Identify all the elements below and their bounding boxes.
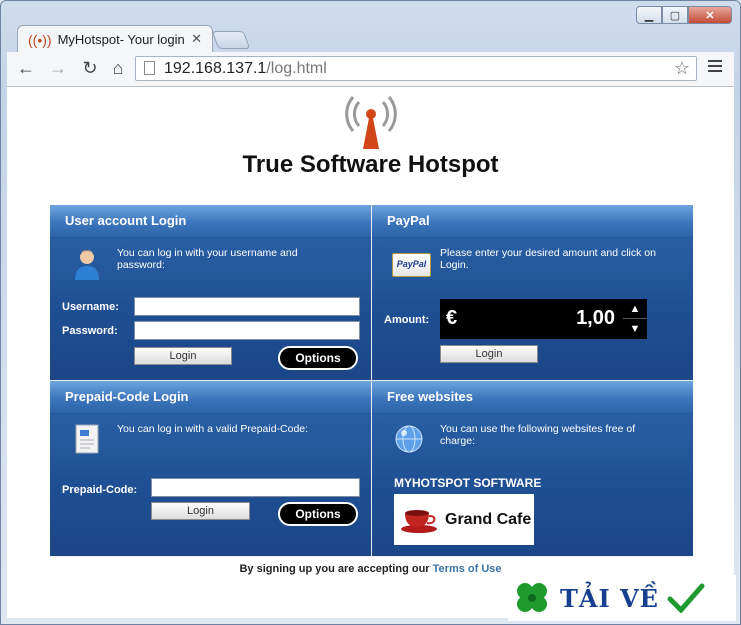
watermark-text: TẢI VỀ [560, 583, 659, 613]
checkmark-icon [667, 583, 705, 613]
panel-description: You can use the following websites free … [440, 423, 636, 447]
page-viewport: True Software Hotspot User account Login… [7, 87, 734, 618]
hotspot-antenna-icon [345, 96, 397, 149]
amount-stepper[interactable]: ▲ ▼ [623, 299, 647, 339]
url-path: /log.html [266, 60, 327, 77]
panel-title: PayPal [372, 205, 693, 238]
menu-icon[interactable] [708, 60, 722, 75]
browser-window: ▁ ▢ ✕ ((•)) MyHotspot- Your login ✕ ← → … [0, 0, 741, 625]
watermark-banner: TẢI VỀ [508, 575, 736, 621]
url-host: 192.168.137.1 [164, 60, 267, 77]
user-login-button[interactable]: Login [134, 347, 232, 365]
username-input[interactable] [134, 297, 360, 316]
forward-icon[interactable]: → [47, 58, 69, 78]
back-icon[interactable]: ← [15, 58, 37, 78]
user-options-button[interactable]: Options [278, 346, 358, 370]
window-controls: ▁ ▢ ✕ [636, 6, 732, 24]
free-site-title: MYHOTSPOT SOFTWARE [394, 476, 542, 490]
grand-cafe-link[interactable]: Grand Cafe [394, 494, 534, 545]
panel-title: Free websites [372, 381, 693, 414]
close-window-button[interactable]: ✕ [688, 6, 732, 24]
panel-description: You can log in with a valid Prepaid-Code… [117, 423, 309, 435]
address-bar[interactable]: 192.168.137.1/log.html ☆ [135, 56, 697, 81]
clover-icon [517, 583, 547, 612]
panel-title: User account Login [50, 205, 371, 238]
terms-link[interactable]: Terms of Use [433, 563, 502, 575]
new-tab-button[interactable] [211, 31, 251, 49]
prepaid-login-button[interactable]: Login [151, 502, 250, 520]
coffee-cup-icon [401, 509, 437, 533]
paypal-panel: PayPal PayPal Please enter your desired … [372, 205, 693, 380]
hotspot-favicon-icon: ((•)) [28, 31, 52, 48]
prepaid-code-input[interactable] [151, 478, 360, 497]
tab-title: MyHotspot- Your login [57, 32, 185, 47]
currency-symbol: € [446, 307, 458, 329]
password-label: Password: [62, 325, 118, 337]
amount-value: 1,00 [576, 307, 615, 329]
paypal-logo: PayPal [392, 253, 431, 277]
tab-close-icon[interactable]: ✕ [191, 31, 202, 47]
minimize-button[interactable]: ▁ [636, 6, 662, 24]
paypal-login-button[interactable]: Login [440, 345, 538, 363]
increase-icon[interactable]: ▲ [623, 299, 647, 318]
prepaid-options-button[interactable]: Options [278, 502, 358, 526]
browser-tab[interactable]: ((•)) MyHotspot- Your login ✕ [17, 25, 213, 53]
prepaid-login-panel: Prepaid-Code Login You can log in with a… [50, 381, 371, 556]
home-icon[interactable]: ⌂ [107, 58, 129, 78]
page-icon [144, 61, 155, 75]
panel-description: Please enter your desired amount and cli… [440, 247, 656, 271]
document-icon [75, 424, 99, 454]
login-grid: User account Login You can log in with y… [50, 205, 693, 557]
maximize-button[interactable]: ▢ [662, 6, 688, 24]
user-icon [75, 250, 99, 280]
amount-display[interactable]: € 1,00 [440, 299, 623, 339]
reload-icon[interactable]: ↻ [79, 58, 101, 78]
user-login-panel: User account Login You can log in with y… [50, 205, 371, 380]
free-websites-panel: Free websites You can use the following … [372, 381, 693, 556]
panel-description: You can log in with your username and pa… [117, 247, 298, 271]
terms-notice: By signing up you are accepting our Term… [7, 563, 734, 575]
prepaid-code-label: Prepaid-Code: [62, 484, 138, 496]
username-label: Username: [62, 301, 119, 313]
password-input[interactable] [134, 321, 360, 340]
terms-text: By signing up you are accepting our [239, 563, 430, 575]
page-title: True Software Hotspot [242, 151, 499, 178]
decrease-icon[interactable]: ▼ [623, 318, 647, 338]
amount-label: Amount: [384, 314, 430, 326]
browser-toolbar: ← → ↻ ⌂ 192.168.137.1/log.html ☆ [7, 52, 734, 87]
site-name: Grand Cafe [445, 510, 532, 528]
panel-title: Prepaid-Code Login [50, 381, 371, 414]
globe-icon [395, 425, 423, 453]
star-icon[interactable]: ☆ [674, 57, 690, 80]
